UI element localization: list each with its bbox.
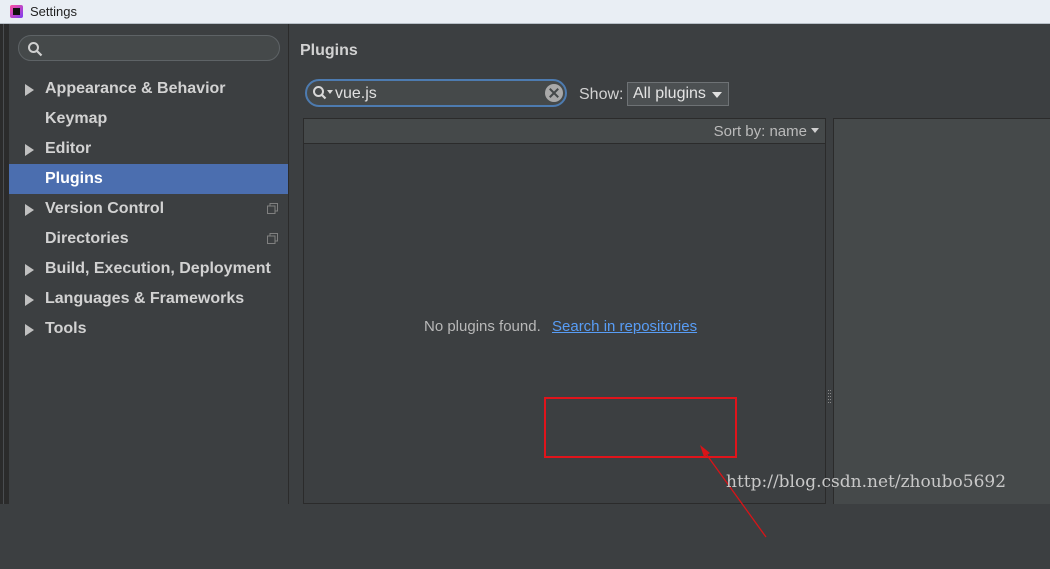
show-filter-label: Show: <box>579 86 624 103</box>
splitter-grip-icon[interactable] <box>828 390 831 406</box>
panel-splitter[interactable] <box>826 118 833 504</box>
plugins-page: Plugins Show: All plugins Sort by: name … <box>289 24 1050 538</box>
sidebar-item-label: Directories <box>45 230 129 247</box>
sidebar-item-label: Build, Execution, Deployment <box>45 260 271 277</box>
plugin-search-field[interactable] <box>305 79 567 107</box>
show-filter-dropdown[interactable]: All plugins <box>627 82 729 106</box>
sidebar-item-version-control[interactable]: Version Control <box>9 194 288 224</box>
project-settings-icon <box>267 233 278 244</box>
app-icon <box>10 5 23 18</box>
expand-arrow-icon[interactable] <box>25 324 34 336</box>
plugin-search-input[interactable] <box>335 84 535 104</box>
expand-arrow-icon[interactable] <box>25 204 34 216</box>
empty-list-message: No plugins found. <box>424 318 541 335</box>
window-title: Settings <box>30 4 77 19</box>
sidebar-item-keymap[interactable]: Keymap <box>9 104 288 134</box>
sidebar-item-label: Appearance & Behavior <box>45 80 226 97</box>
plugin-list: Sort by: name No plugins found. Search i… <box>303 118 826 538</box>
watermark-text: http://blog.csdn.net/zhoubo5692 <box>726 472 1007 492</box>
expand-arrow-icon[interactable] <box>25 144 34 156</box>
search-icon <box>28 42 43 57</box>
sidebar-item-label: Editor <box>45 140 92 157</box>
sidebar-item-label: Languages & Frameworks <box>45 290 245 307</box>
clear-search-icon[interactable] <box>545 84 563 102</box>
sidebar-item-label: Version Control <box>45 200 165 217</box>
search-dropdown-icon[interactable] <box>312 85 336 101</box>
sort-dropdown-arrow-icon[interactable] <box>811 128 819 133</box>
project-settings-icon <box>267 203 278 214</box>
page-title: Plugins <box>300 42 358 59</box>
sidebar-search-field[interactable] <box>18 35 280 61</box>
sidebar-item-directories[interactable]: Directories <box>9 224 288 254</box>
sidebar-item-tools[interactable]: Tools <box>9 314 288 344</box>
sidebar-item-label: Tools <box>45 320 87 337</box>
search-in-repositories-link[interactable]: Search in repositories <box>552 318 697 335</box>
show-filter-value: All plugins <box>633 85 706 102</box>
sidebar-item-editor[interactable]: Editor <box>9 134 288 164</box>
expand-arrow-icon[interactable] <box>25 294 34 306</box>
sidebar-item-label: Plugins <box>45 170 103 187</box>
sidebar-item-appearance-behavior[interactable]: Appearance & Behavior <box>9 74 288 104</box>
sort-header: Sort by: name <box>304 119 825 144</box>
expand-arrow-icon[interactable] <box>25 84 34 96</box>
chevron-down-icon <box>712 92 722 98</box>
window-left-edge <box>0 24 9 504</box>
window-title-bar: Settings <box>0 0 1050 24</box>
sort-by-button[interactable]: Sort by: name <box>714 123 807 140</box>
plugin-details-panel <box>833 118 1050 504</box>
sidebar-item-label: Keymap <box>45 110 108 127</box>
sidebar-item-languages-frameworks[interactable]: Languages & Frameworks <box>9 284 288 314</box>
sidebar-item-build-execution-deployment[interactable]: Build, Execution, Deployment <box>9 254 288 284</box>
expand-arrow-icon[interactable] <box>25 264 34 276</box>
sidebar-item-plugins[interactable]: Plugins <box>9 164 288 194</box>
settings-sidebar: Appearance & Behavior Keymap Editor Plug… <box>9 24 288 504</box>
